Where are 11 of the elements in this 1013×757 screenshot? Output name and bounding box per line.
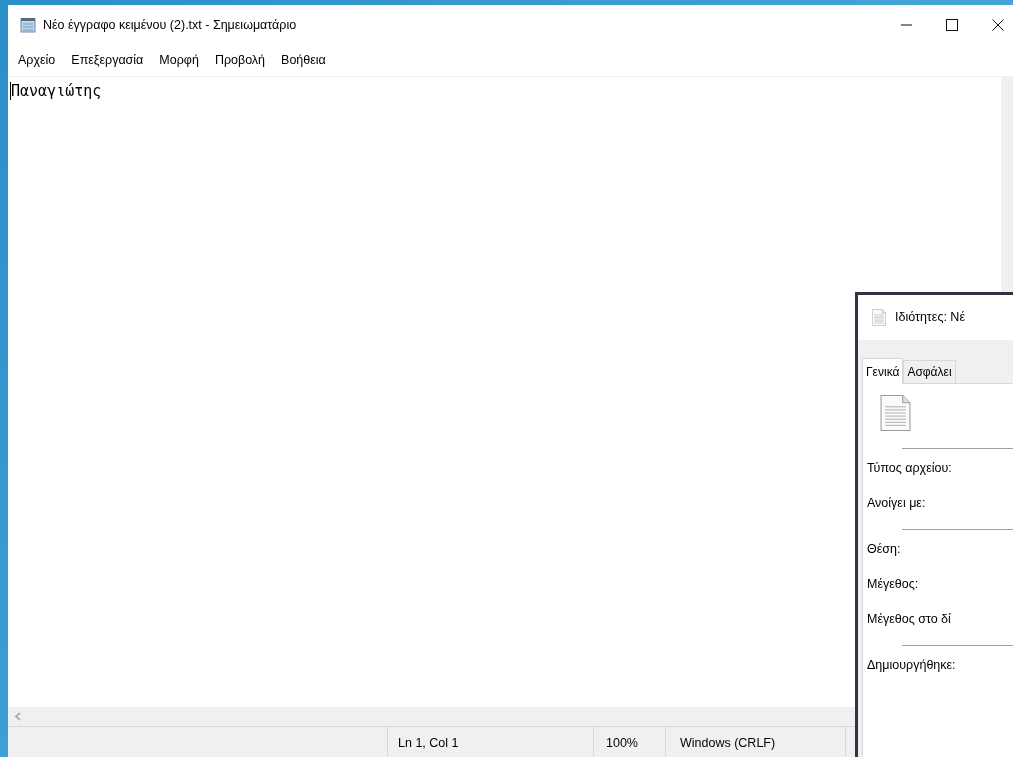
status-zoom: 100%	[606, 736, 638, 750]
window-title: Νέο έγγραφο κειμένου (2).txt - Σημειωματάριο	[43, 16, 297, 34]
property-label: Θέση:	[867, 541, 902, 558]
status-position: Ln 1, Col 1	[398, 736, 459, 750]
property-label: Τύπος αρχείου:	[867, 460, 953, 477]
property-label: Δημιουργήθηκε:	[867, 657, 957, 674]
dialog-title: Ιδιότητες: Νέ	[895, 309, 965, 327]
property-label: Μέγεθος:	[867, 576, 920, 593]
property-label: Ανοίγει με:	[867, 495, 927, 512]
status-line-ending: Windows (CRLF)	[680, 736, 776, 750]
property-label: Μέγεθος στο δί	[867, 611, 952, 628]
